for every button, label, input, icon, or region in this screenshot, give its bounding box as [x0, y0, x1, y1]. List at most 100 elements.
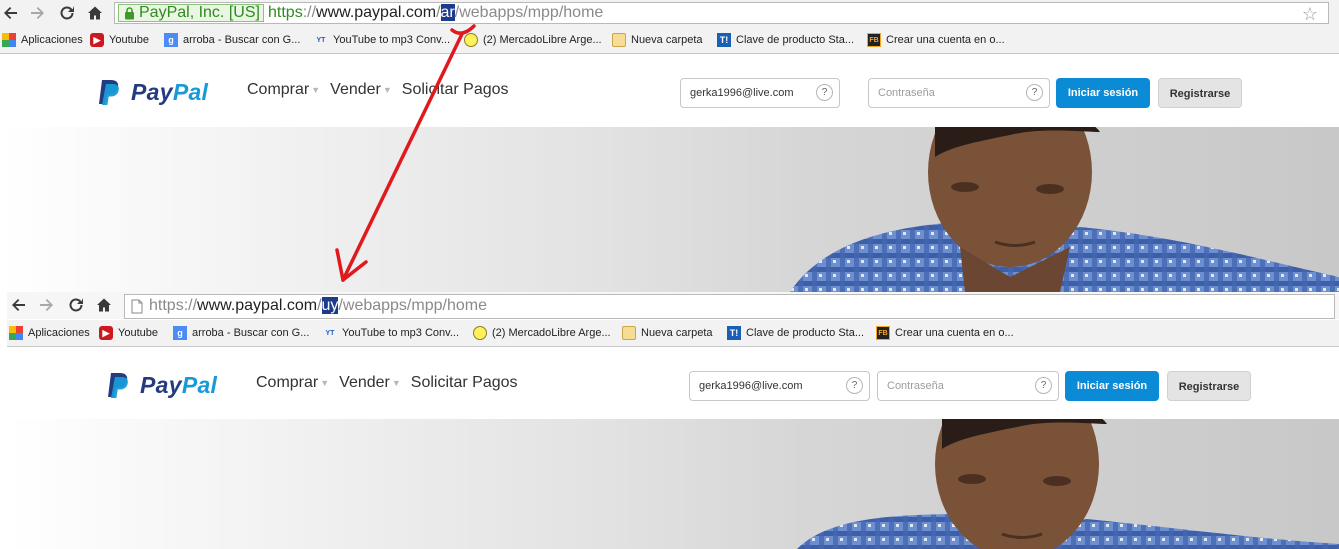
url-scheme: https: [268, 4, 303, 21]
home-button[interactable]: [84, 2, 106, 24]
bookmark-mercadolibre[interactable]: (2) MercadoLibre Arge...: [473, 324, 611, 342]
paypal-logo[interactable]: PayPal: [106, 372, 217, 399]
bookmark-nueva-carpeta[interactable]: Nueva carpeta: [612, 31, 703, 49]
url-country-code: uy: [321, 297, 339, 314]
paypal-wordmark: PayPal: [140, 372, 217, 399]
paypal-header: PayPal Comprar ▼ Vender ▼ Solicitar Pagos …: [0, 54, 1339, 127]
login-button[interactable]: Iniciar sesión: [1065, 371, 1159, 401]
email-field[interactable]: gerka1996@live.com ?: [680, 78, 840, 108]
bookmarks-bar: Aplicaciones ▶ Youtube g arroba - Buscar c…: [7, 320, 1339, 347]
bookmark-label: Aplicaciones: [28, 327, 90, 339]
forward-arrow-icon: [40, 299, 53, 311]
bookmark-aplicaciones[interactable]: Aplicaciones: [2, 31, 83, 49]
bookmark-arroba[interactable]: g arroba - Buscar con G...: [164, 31, 300, 49]
bookmark-crear-cuenta[interactable]: FB Crear una cuenta en o...: [876, 324, 1014, 342]
bookmark-label: Aplicaciones: [21, 34, 83, 46]
help-icon[interactable]: ?: [1026, 84, 1043, 101]
paypal-p-icon: [99, 80, 119, 105]
forward-button[interactable]: [35, 294, 57, 316]
login-button[interactable]: Iniciar sesión: [1056, 78, 1150, 108]
back-arrow-icon: [12, 299, 25, 311]
reload-icon: [60, 6, 74, 20]
help-icon[interactable]: ?: [846, 377, 863, 394]
bookmark-arroba[interactable]: g arroba - Buscar con G...: [173, 324, 309, 342]
ev-certificate-badge[interactable]: PayPal, Inc. [US]: [118, 4, 264, 22]
home-icon: [88, 6, 102, 20]
folder-icon: [612, 33, 626, 47]
email-value: gerka1996@live.com: [699, 380, 803, 392]
url-text[interactable]: https://www.paypal.com/ar/webapps/mpp/ho…: [268, 3, 603, 23]
bookmark-clave-producto[interactable]: T! Clave de producto Sta...: [727, 324, 864, 342]
screenshot-top: PayPal, Inc. [US] https://www.paypal.com…: [0, 0, 1339, 292]
url-text[interactable]: https://www.paypal.com/uy/webapps/mpp/ho…: [149, 296, 487, 316]
bookmark-star-icon[interactable]: ☆: [1302, 5, 1318, 23]
nav-label: Solicitar Pagos: [401, 81, 509, 98]
help-icon[interactable]: ?: [816, 84, 833, 101]
paypal-nav: Comprar ▼ Vender ▼ Solicitar Pagos: [247, 81, 519, 99]
bookmark-yt-mp3[interactable]: YT YouTube to mp3 Conv...: [323, 324, 459, 342]
google-icon: g: [173, 326, 187, 340]
youtube-icon: ▶: [99, 326, 113, 340]
fb-icon: FB: [867, 33, 881, 47]
nav-label: Comprar: [256, 374, 319, 391]
forward-button[interactable]: [26, 2, 48, 24]
paypal-nav: Comprar ▼ Vender ▼ Solicitar Pagos: [256, 374, 528, 392]
bookmark-yt-mp3[interactable]: YT YouTube to mp3 Conv...: [314, 31, 450, 49]
reload-button[interactable]: [65, 294, 87, 316]
nav-comprar[interactable]: Comprar ▼: [247, 81, 320, 99]
bookmark-label: Youtube: [118, 327, 158, 339]
mercadolibre-icon: [473, 326, 487, 340]
bookmark-clave-producto[interactable]: T! Clave de producto Sta...: [717, 31, 854, 49]
bookmark-aplicaciones[interactable]: Aplicaciones: [9, 324, 90, 342]
nav-vender[interactable]: Vender ▼: [339, 374, 401, 392]
screenshot-bottom: https://www.paypal.com/uy/webapps/mpp/ho…: [7, 292, 1339, 549]
bookmark-nueva-carpeta[interactable]: Nueva carpeta: [622, 324, 713, 342]
register-button[interactable]: Registrarse: [1167, 371, 1251, 401]
reload-icon: [69, 298, 83, 312]
url-slash: /: [436, 4, 441, 21]
paypal-wordmark: PayPal: [131, 79, 208, 106]
home-button[interactable]: [93, 294, 115, 316]
nav-solicitar-pagos[interactable]: Solicitar Pagos: [402, 81, 509, 99]
logo-pal: Pal: [172, 79, 209, 105]
caret-down-icon: ▼: [320, 377, 330, 388]
url-scheme-sep: ://: [183, 297, 198, 314]
hero-image: [7, 419, 1339, 549]
bookmark-label: Nueva carpeta: [641, 327, 713, 339]
nav-comprar[interactable]: Comprar ▼: [256, 374, 329, 392]
email-value: gerka1996@live.com: [690, 87, 794, 99]
hero-image: [0, 127, 1339, 292]
password-field[interactable]: Contraseña ?: [877, 371, 1059, 401]
forward-arrow-icon: [31, 7, 44, 19]
yt-mp3-icon: YT: [316, 36, 326, 44]
nav-vender[interactable]: Vender ▼: [330, 81, 392, 99]
email-field[interactable]: gerka1996@live.com ?: [689, 371, 870, 401]
folder-icon: [622, 326, 636, 340]
bookmark-mercadolibre[interactable]: (2) MercadoLibre Arge...: [464, 31, 602, 49]
paypal-logo[interactable]: PayPal: [97, 79, 208, 106]
bookmark-youtube[interactable]: ▶ Youtube: [90, 31, 149, 49]
nav-label: Vender: [330, 81, 381, 98]
back-button[interactable]: [0, 2, 22, 24]
t-icon: T!: [717, 33, 731, 47]
register-button[interactable]: Registrarse: [1158, 78, 1242, 108]
reload-button[interactable]: [56, 2, 78, 24]
logo-pay: Pay: [140, 372, 182, 398]
nav-solicitar-pagos[interactable]: Solicitar Pagos: [411, 374, 518, 392]
bookmark-label: (2) MercadoLibre Arge...: [492, 327, 611, 339]
help-icon[interactable]: ?: [1035, 377, 1052, 394]
logo-pal: Pal: [181, 372, 218, 398]
back-button[interactable]: [8, 294, 30, 316]
address-bar[interactable]: https://www.paypal.com/uy/webapps/mpp/ho…: [124, 294, 1335, 319]
bookmark-label: (2) MercadoLibre Arge...: [483, 34, 602, 46]
fb-icon: FB: [876, 326, 890, 340]
apps-grid-icon: [2, 33, 16, 47]
bookmark-label: YouTube to mp3 Conv...: [342, 327, 459, 339]
bookmark-youtube[interactable]: ▶ Youtube: [99, 324, 158, 342]
password-field[interactable]: Contraseña ?: [868, 78, 1050, 108]
bookmark-crear-cuenta[interactable]: FB Crear una cuenta en o...: [867, 31, 1005, 49]
browser-toolbar: PayPal, Inc. [US] https://www.paypal.com…: [0, 0, 1339, 27]
url-host: www.paypal.com: [197, 297, 318, 314]
bookmark-label: arroba - Buscar con G...: [192, 327, 310, 339]
address-bar[interactable]: PayPal, Inc. [US] https://www.paypal.com…: [114, 2, 1329, 24]
